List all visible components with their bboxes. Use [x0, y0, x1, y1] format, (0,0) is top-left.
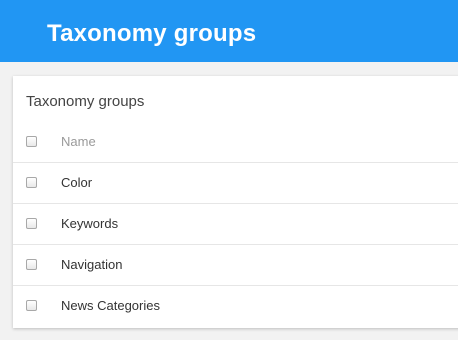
row-name[interactable]: Color [61, 175, 92, 191]
row-name[interactable]: Keywords [61, 216, 118, 232]
taxonomy-groups-card: Taxonomy groups Name Color Keywords Navi… [13, 76, 458, 328]
select-all-checkbox[interactable] [26, 136, 37, 147]
table-row[interactable]: Color [13, 163, 458, 204]
row-checkbox[interactable] [26, 300, 37, 311]
card-title: Taxonomy groups [26, 93, 145, 110]
page-header: Taxonomy groups [0, 0, 458, 62]
page-title: Taxonomy groups [47, 20, 257, 47]
table-row[interactable]: News Categories [13, 286, 458, 327]
row-checkbox[interactable] [26, 177, 37, 188]
row-checkbox[interactable] [26, 218, 37, 229]
column-header-name[interactable]: Name [61, 134, 96, 150]
row-checkbox[interactable] [26, 259, 37, 270]
table-row[interactable]: Navigation [13, 245, 458, 286]
table-header-row: Name [13, 122, 458, 163]
row-name[interactable]: News Categories [61, 298, 160, 314]
table-row[interactable]: Keywords [13, 204, 458, 245]
row-name[interactable]: Navigation [61, 257, 122, 273]
